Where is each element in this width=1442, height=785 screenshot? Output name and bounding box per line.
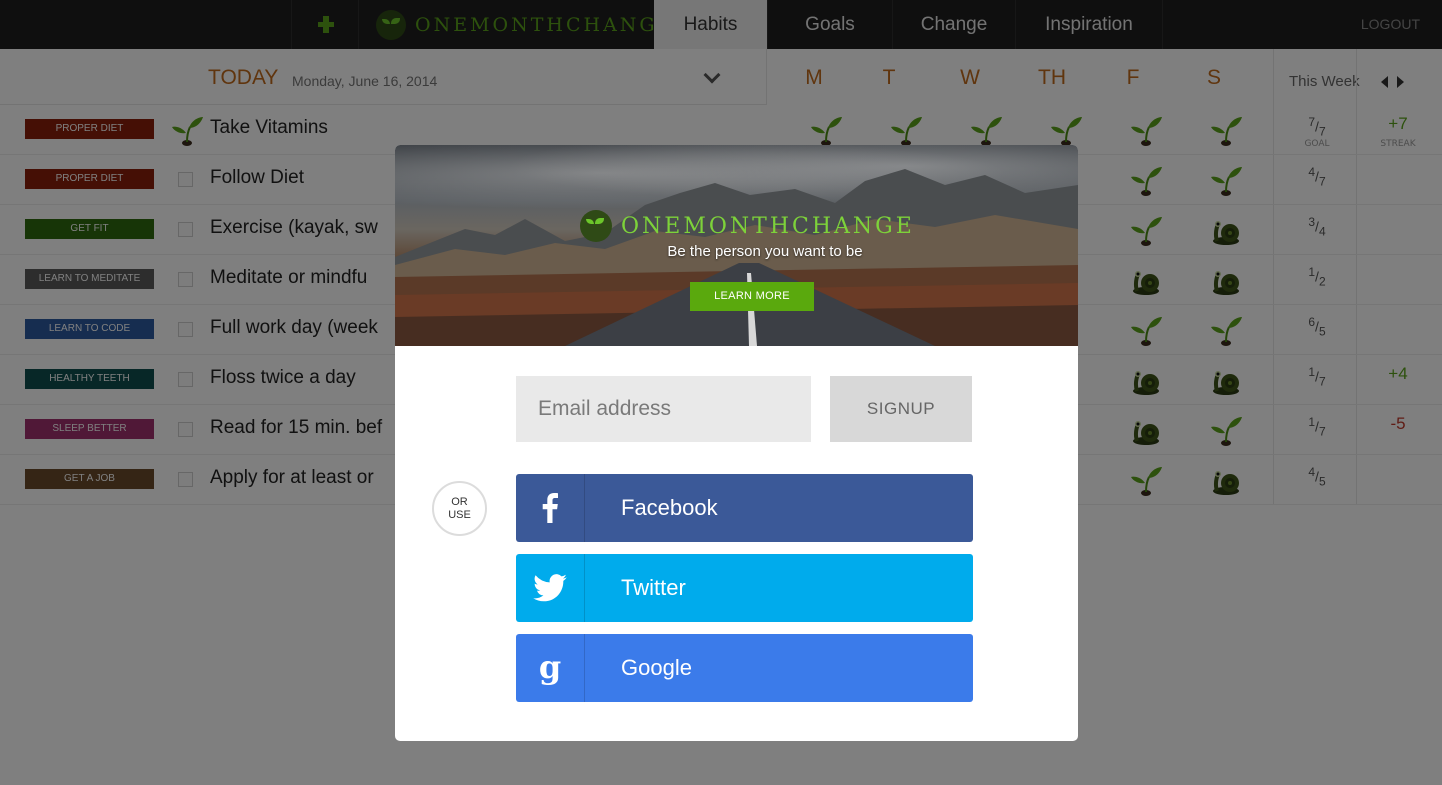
google-login-button[interactable]: g Google — [516, 634, 973, 702]
hero-tagline: Be the person you want to be — [667, 243, 863, 260]
facebook-icon — [516, 474, 585, 542]
sprout-logo-icon — [580, 210, 612, 242]
twitter-label: Twitter — [621, 575, 686, 600]
email-field[interactable] — [516, 376, 811, 442]
twitter-login-button[interactable]: Twitter — [516, 554, 973, 622]
google-icon: g — [516, 634, 585, 702]
twitter-icon — [516, 554, 585, 622]
signup-modal: ONEMONTHCHANGE Be the person you want to… — [395, 145, 1078, 741]
hero-logo: ONEMONTHCHANGE — [580, 209, 915, 243]
facebook-login-button[interactable]: Facebook — [516, 474, 973, 542]
facebook-label: Facebook — [621, 495, 718, 520]
signup-button[interactable]: SIGNUP — [830, 376, 972, 442]
google-label: Google — [621, 655, 692, 680]
hero-brand-name: ONEMONTHCHANGE — [621, 213, 915, 239]
learn-more-button[interactable]: LEARN MORE — [690, 282, 814, 311]
use-label: USE — [448, 508, 471, 521]
svg-text:g: g — [539, 650, 561, 686]
or-label: OR — [451, 495, 468, 508]
or-use-badge: OR USE — [432, 481, 487, 536]
hero-road-image: ONEMONTHCHANGE Be the person you want to… — [395, 145, 1078, 346]
